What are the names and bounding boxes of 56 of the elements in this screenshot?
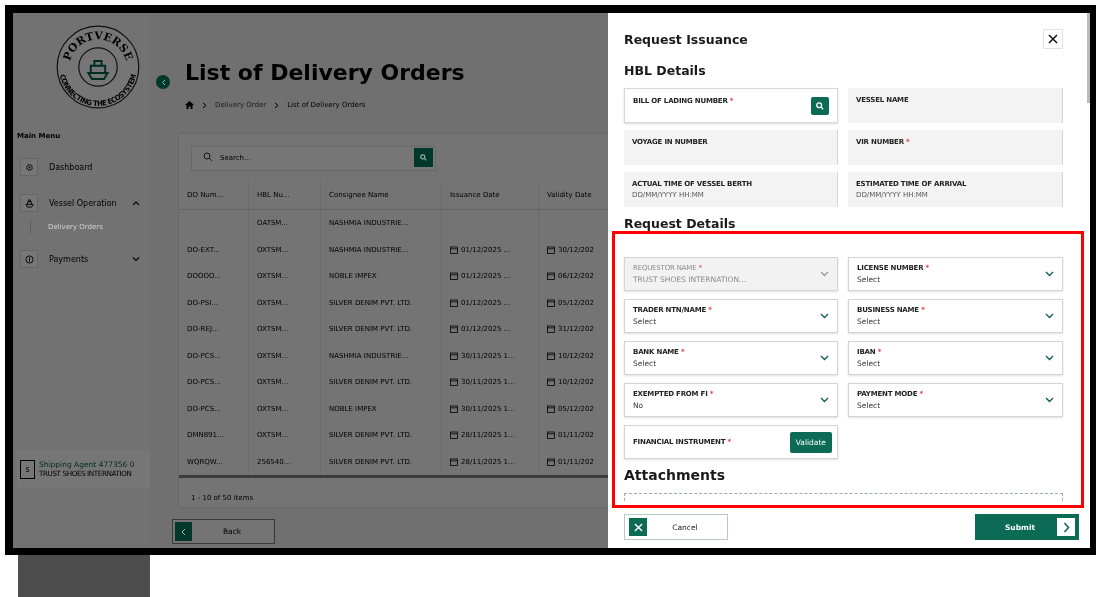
calendar-icon [450,351,458,360]
calendar-icon [450,431,458,440]
close-icon [633,522,643,532]
gear-icon [24,162,34,172]
search-icon [203,152,213,162]
panel-title: Request Issuance [624,31,748,47]
search-button[interactable] [811,97,829,115]
calendar-icon [547,457,555,466]
section-heading: HBL Details [624,63,707,79]
calendar-icon [547,245,555,254]
calendar-icon [450,272,458,281]
chevron-down-icon [1045,397,1054,403]
chevron-right-icon [202,101,207,109]
search-button[interactable] [414,148,433,167]
chevron-down-icon [1045,313,1054,319]
calendar-icon [547,351,555,360]
calendar-icon [450,404,458,413]
close-button[interactable] [1043,29,1063,49]
chevron-right-icon [274,101,280,109]
collapse-sidebar-button[interactable] [156,75,170,89]
calendar-icon [547,272,555,281]
calendar-icon [547,431,555,440]
search-icon [816,102,824,110]
calendar-icon [450,325,458,334]
chevron-down-icon [820,397,829,403]
coin-icon [24,254,34,264]
chevron-up-icon [132,200,140,206]
page-title: List of Delivery Orders [185,59,466,87]
chevron-down-icon [1045,355,1054,361]
close-icon [1048,34,1058,44]
nav-item[interactable]: Dashboard [13,156,150,178]
chevron-down-icon [820,355,829,361]
calendar-icon [547,404,555,413]
nav-item[interactable]: Vessel Operation [13,192,150,214]
calendar-icon [450,298,458,307]
chevron-left-icon [160,78,166,86]
calendar-icon [547,298,555,307]
ship-icon [24,198,34,208]
calendar-icon [547,378,555,387]
chevron-down-icon [1045,271,1054,277]
calendar-icon [450,378,458,387]
user-avatar: s [20,459,35,479]
chevron-down-icon [820,313,829,319]
section-heading: Request Details [624,216,737,232]
scrollbar-thumb[interactable] [1087,13,1090,103]
chevron-down-icon [132,256,140,262]
home-icon[interactable] [185,101,194,109]
calendar-icon [450,245,458,254]
chevron-down-icon [820,271,829,277]
search-icon [420,154,427,161]
chevron-right-icon [1062,521,1070,533]
chevron-left-icon [181,527,186,536]
calendar-icon [547,325,555,334]
nav-item[interactable]: Payments [13,248,150,270]
calendar-icon [450,457,458,466]
section-heading: Attachments [624,467,726,483]
